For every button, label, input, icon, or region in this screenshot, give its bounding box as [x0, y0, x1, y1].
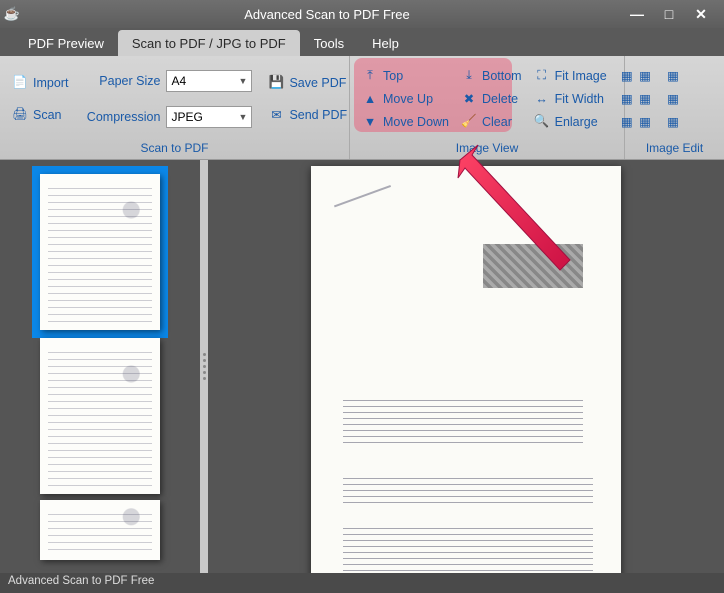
- fit-image-label: Fit Image: [555, 69, 607, 83]
- edit-icon: ▦: [665, 114, 681, 130]
- move-up-button[interactable]: ▲ Move Up: [356, 88, 455, 110]
- signature-graphic: [339, 194, 399, 234]
- clear-button[interactable]: 🧹 Clear: [455, 111, 528, 133]
- status-bar: Advanced Scan to PDF Free: [0, 573, 724, 593]
- ribbon-group-image-view: ⤒ Top ▲ Move Up ▼ Move Down ⤓ Bottom: [350, 56, 625, 159]
- fit-image-button[interactable]: ⛶ Fit Image: [528, 65, 613, 87]
- iconbtn-3[interactable]: ▦: [613, 111, 641, 133]
- ribbon-group-image-view-label: Image View: [350, 141, 624, 159]
- iconbtn-1[interactable]: ▦: [613, 65, 641, 87]
- clear-label: Clear: [482, 115, 512, 129]
- menu-tools[interactable]: Tools: [300, 30, 358, 56]
- doc-text: [343, 528, 593, 573]
- top-label: Top: [383, 69, 403, 83]
- import-label: Import: [33, 76, 68, 90]
- thumbnail-3[interactable]: [32, 500, 168, 560]
- preview-page: [311, 166, 621, 573]
- edit-btn-4[interactable]: ▦: [659, 65, 687, 87]
- doc-text: [343, 398, 583, 448]
- move-down-button[interactable]: ▼ Move Down: [356, 111, 455, 133]
- menu-bar: PDF Preview Scan to PDF / JPG to PDF Too…: [0, 28, 724, 56]
- close-button[interactable]: ✕: [694, 7, 708, 21]
- paper-size-value: A4: [171, 74, 186, 88]
- menu-help[interactable]: Help: [358, 30, 413, 56]
- ribbon-group-scan: 📄 Import 🖨 Scan Paper Size A4 ▼ Co: [0, 56, 350, 159]
- tool-icon: ▦: [619, 114, 635, 130]
- edit-icon: ▦: [665, 91, 681, 107]
- preview-panel[interactable]: [208, 160, 724, 573]
- thumbnail-page: [40, 338, 160, 494]
- compression-combo[interactable]: JPEG ▼: [166, 106, 252, 128]
- thumbnail-page: [40, 500, 160, 560]
- save-icon: 💾: [268, 75, 284, 91]
- chevron-down-icon: ▼: [239, 76, 248, 86]
- fit-width-button[interactable]: ↔ Fit Width: [528, 88, 613, 110]
- send-icon: ✉: [268, 107, 284, 123]
- compression-value: JPEG: [171, 110, 202, 124]
- move-up-label: Move Up: [383, 92, 433, 106]
- thumbnail-panel: [0, 160, 200, 573]
- status-text: Advanced Scan to PDF Free: [8, 575, 154, 587]
- paper-size-label: Paper Size: [80, 74, 160, 88]
- ribbon: 📄 Import 🖨 Scan Paper Size A4 ▼ Co: [0, 56, 724, 160]
- title-bar: ☕ Advanced Scan to PDF Free — □ ✕: [0, 0, 724, 28]
- tool-icon: ▦: [619, 91, 635, 107]
- ribbon-group-scan-label: Scan to PDF: [0, 141, 349, 159]
- delete-label: Delete: [482, 92, 518, 106]
- save-pdf-button[interactable]: 💾 Save PDF: [262, 72, 353, 94]
- enlarge-label: Enlarge: [555, 115, 598, 129]
- compression-label: Compression: [80, 110, 160, 124]
- doc-image: [483, 244, 583, 288]
- move-down-icon: ▼: [362, 114, 378, 130]
- import-icon: 📄: [12, 75, 28, 91]
- send-pdf-button[interactable]: ✉ Send PDF: [262, 104, 353, 126]
- delete-button[interactable]: ✖ Delete: [455, 88, 528, 110]
- bottom-icon: ⤓: [461, 68, 477, 84]
- fit-image-icon: ⛶: [534, 68, 550, 84]
- thumbnail-page: [40, 174, 160, 330]
- paper-size-combo[interactable]: A4 ▼: [166, 70, 252, 92]
- scan-icon: 🖨: [12, 107, 28, 123]
- minimize-button[interactable]: —: [630, 7, 644, 21]
- maximize-button[interactable]: □: [662, 7, 676, 21]
- fit-width-label: Fit Width: [555, 92, 604, 106]
- tab-pdf-preview[interactable]: PDF Preview: [14, 30, 118, 56]
- chevron-down-icon: ▼: [239, 112, 248, 122]
- edit-btn-5[interactable]: ▦: [659, 88, 687, 110]
- scan-button[interactable]: 🖨 Scan: [6, 104, 74, 126]
- fit-width-icon: ↔: [534, 91, 550, 107]
- thumbnail-1-selected[interactable]: [32, 166, 168, 338]
- send-pdf-label: Send PDF: [289, 108, 347, 122]
- top-button[interactable]: ⤒ Top: [356, 65, 455, 87]
- iconbtn-2[interactable]: ▦: [613, 88, 641, 110]
- move-down-label: Move Down: [383, 115, 449, 129]
- bottom-button[interactable]: ⤓ Bottom: [455, 65, 528, 87]
- tool-icon: ▦: [619, 68, 635, 84]
- save-pdf-label: Save PDF: [289, 76, 346, 90]
- compression-row: Compression JPEG ▼: [80, 106, 252, 128]
- window-controls: — □ ✕: [630, 7, 724, 21]
- bottom-label: Bottom: [482, 69, 522, 83]
- top-icon: ⤒: [362, 68, 378, 84]
- edit-icon: ▦: [665, 68, 681, 84]
- clear-icon: 🧹: [461, 114, 477, 130]
- app-icon: ☕: [0, 6, 24, 22]
- delete-icon: ✖: [461, 91, 477, 107]
- enlarge-button[interactable]: 🔍 Enlarge: [528, 111, 613, 133]
- paper-size-row: Paper Size A4 ▼: [80, 70, 252, 92]
- main-area: [0, 160, 724, 573]
- tab-scan-to-pdf[interactable]: Scan to PDF / JPG to PDF: [118, 30, 300, 56]
- scan-label: Scan: [33, 108, 62, 122]
- import-button[interactable]: 📄 Import: [6, 72, 74, 94]
- edit-btn-6[interactable]: ▦: [659, 111, 687, 133]
- enlarge-icon: 🔍: [534, 114, 550, 130]
- doc-text: [343, 478, 593, 508]
- thumbnail-2[interactable]: [32, 338, 168, 494]
- move-up-icon: ▲: [362, 91, 378, 107]
- splitter[interactable]: [200, 160, 208, 573]
- ribbon-group-image-edit-label: Image Edit: [625, 141, 724, 159]
- window-title: Advanced Scan to PDF Free: [24, 7, 630, 22]
